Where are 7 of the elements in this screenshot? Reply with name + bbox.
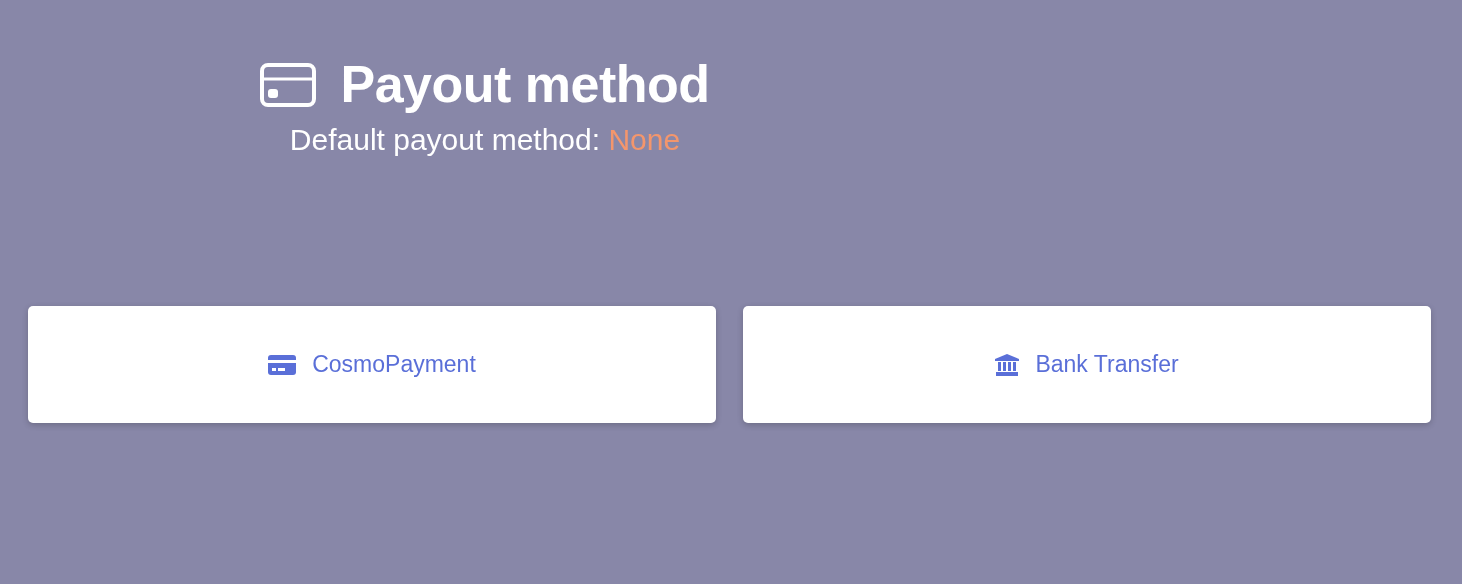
bank-icon: [995, 353, 1020, 376]
default-payout-text: Default payout method: None: [289, 122, 681, 159]
payout-method-button[interactable]: CosmoPayment: [28, 306, 716, 423]
page-title: Payout method: [340, 56, 710, 114]
credit-card-icon: [268, 354, 297, 375]
credit-card-icon: [260, 62, 317, 107]
payout-method-button[interactable]: Bank Transfer: [743, 306, 1431, 423]
